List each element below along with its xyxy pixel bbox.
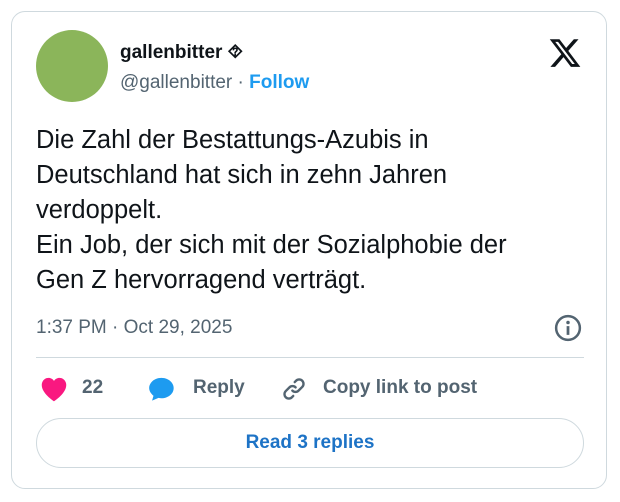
post-timestamp[interactable]: 1:37 PM · Oct 29, 2025 [36,317,232,339]
author-name-suffix: ⯑ [227,42,243,63]
reply-bubble-icon[interactable] [148,376,176,402]
tweet-card: gallenbitter ⯑ @gallenbitter · Follow Di… [11,11,607,489]
author-name-row[interactable]: gallenbitter ⯑ [120,42,243,64]
divider [36,357,584,358]
link-icon[interactable] [280,376,308,402]
follow-button[interactable]: Follow [249,72,309,93]
like-count[interactable]: 22 [82,377,103,399]
handle-separator: · [237,72,244,93]
author-name[interactable]: gallenbitter [120,42,222,63]
info-icon[interactable] [553,313,583,343]
read-replies-button[interactable]: Read 3 replies [36,418,584,468]
x-logo-icon[interactable] [548,36,582,70]
author-handle[interactable]: @gallenbitter [120,72,232,93]
avatar[interactable] [36,30,108,102]
tweet-text-line: Ein Job, der sich mit der Sozialphobie d… [36,231,507,259]
reply-button[interactable]: Reply [193,377,245,399]
tweet-text-line: Gen Z hervorragend verträgt. [36,266,367,294]
copy-link-button[interactable]: Copy link to post [323,377,477,399]
author-handle-row: @gallenbitter · Follow [120,72,309,94]
tweet-text-line: verdoppelt. [36,196,163,224]
tweet-text: Die Zahl der Bestattungs-Azubis in Deuts… [36,123,596,298]
heart-icon[interactable] [40,376,68,402]
tweet-text-line: Deutschland hat sich in zehn Jahren [36,161,448,189]
tweet-text-line: Die Zahl der Bestattungs-Azubis in [36,126,429,154]
action-bar: 22 Reply Copy link to post [36,374,584,404]
